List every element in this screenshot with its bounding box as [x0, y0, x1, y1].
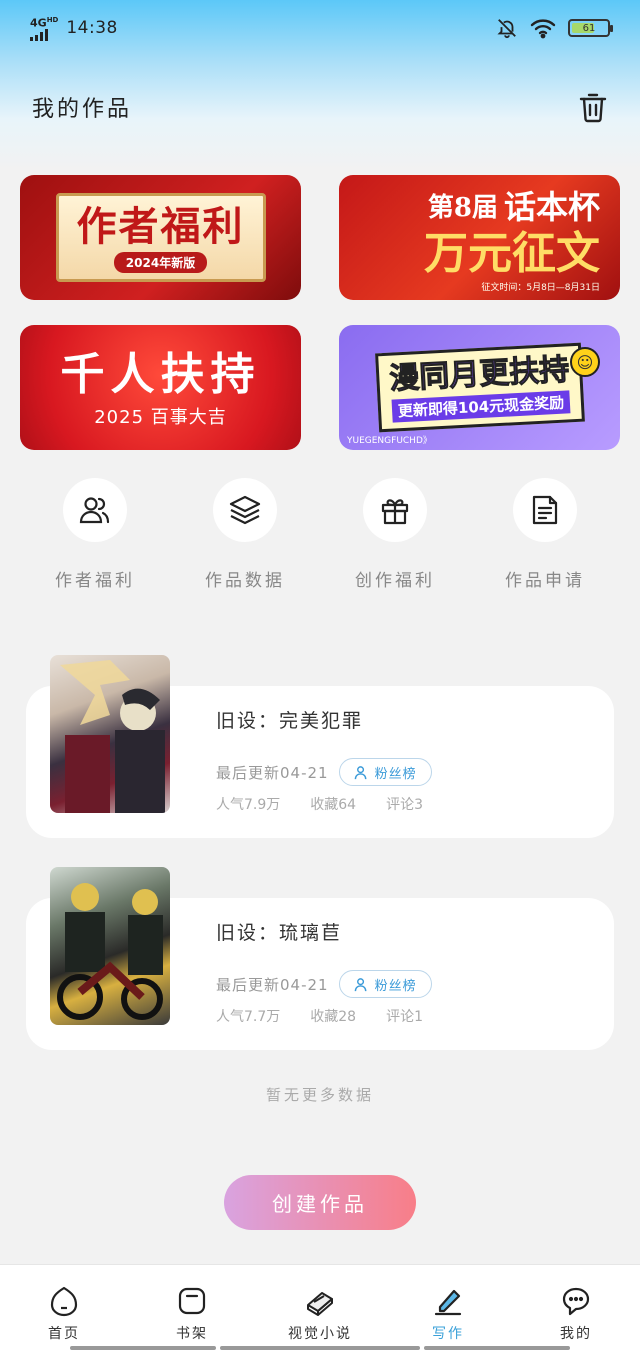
pen-icon — [434, 1289, 462, 1316]
work-comments: 评论1 — [386, 1009, 424, 1025]
banner-subtitle: 2025 百事大吉 — [94, 406, 227, 428]
tab-home[interactable]: 首页 — [0, 1265, 128, 1351]
shortcut-label: 作品数据 — [205, 571, 285, 591]
banner-writing-contest[interactable]: 第8届 话本杯 万元征文 征文时间：5月8日—8月31日 — [339, 175, 620, 300]
banner-title: 作者福利 — [76, 203, 245, 250]
shortcut-label: 作品申请 — [505, 571, 585, 591]
tab-label: 我的 — [560, 1326, 592, 1342]
banner-author-welfare[interactable]: 作者福利 2024年新版 — [20, 175, 301, 300]
shortcut-label: 创作福利 — [355, 571, 435, 591]
work-updated: 最后更新04-21 — [216, 763, 329, 782]
work-title: 旧设：完美犯罪 — [216, 710, 364, 732]
banner-footer: YUEGENGFUCHD》 — [347, 436, 432, 446]
work-title: 旧设：琉璃苣 — [216, 922, 343, 944]
banner-edition: 第8届 — [427, 192, 498, 223]
bottom-tab-bar: 首页 书架 视觉小说 写作 我的 — [0, 1264, 640, 1351]
shortcut-row: 作者福利 作品数据 创作福利 作品申请 — [20, 478, 620, 591]
tab-writing[interactable]: 写作 — [384, 1265, 512, 1351]
create-work-button[interactable]: 创建作品 — [224, 1175, 416, 1230]
work-favorites: 收藏64 — [310, 797, 357, 813]
work-meta: 最后更新04-21 粉丝榜 — [216, 970, 432, 998]
banner-title: 千人扶持 — [60, 348, 261, 400]
tab-visual-novel[interactable]: 视觉小说 — [256, 1265, 384, 1351]
shortcut-work-data[interactable]: 作品数据 — [170, 478, 320, 591]
work-cover-image[interactable] — [50, 867, 170, 1025]
banner-date: 征文时间：5月8日—8月31日 — [481, 283, 600, 293]
user-icon — [354, 977, 367, 991]
banner-monthly-update[interactable]: 漫同月更扶持 更新即得104元现金奖励 ☺ YUEGENGFUCHD》 — [339, 325, 620, 450]
home-indicator — [70, 1346, 216, 1350]
users-icon — [79, 497, 110, 524]
document-icon — [532, 495, 558, 525]
tab-label: 首页 — [48, 1326, 80, 1342]
banner-subtitle: 2024年新版 — [113, 252, 208, 273]
work-stats: 人气7.9万 收藏64 评论3 — [216, 794, 423, 814]
status-bar: 4GHD 14:38 61 — [0, 0, 640, 56]
tab-mine[interactable]: 我的 — [512, 1265, 640, 1351]
shortcut-work-application[interactable]: 作品申请 — [470, 478, 620, 591]
user-icon — [354, 765, 367, 779]
home-icon — [50, 1286, 78, 1317]
work-cover-image[interactable] — [50, 655, 170, 813]
shortcut-creation-welfare[interactable]: 创作福利 — [320, 478, 470, 591]
work-updated: 最后更新04-21 — [216, 975, 329, 994]
page-title: 我的作品 — [32, 97, 133, 122]
tab-label: 写作 — [432, 1326, 464, 1342]
banner-thousand-support[interactable]: 千人扶持 2025 百事大吉 — [20, 325, 301, 450]
chat-bubble-icon — [562, 1287, 590, 1316]
tab-label: 书架 — [176, 1326, 208, 1342]
fans-ranking-button[interactable]: 粉丝榜 — [338, 758, 432, 786]
wifi-icon — [530, 19, 556, 39]
tab-label: 视觉小说 — [288, 1326, 352, 1342]
banner-grid: 作者福利 2024年新版 第8届 话本杯 万元征文 征文时间：5月8日—8月31… — [20, 175, 620, 450]
work-meta: 最后更新04-21 粉丝榜 — [216, 758, 432, 786]
work-favorites: 收藏28 — [310, 1009, 357, 1025]
book-icon — [307, 1292, 333, 1316]
page-header: 我的作品 — [0, 84, 640, 130]
shortcut-author-welfare[interactable]: 作者福利 — [20, 478, 170, 591]
tab-bookshelf[interactable]: 书架 — [128, 1265, 256, 1351]
home-indicator — [424, 1346, 570, 1350]
shortcut-label: 作者福利 — [55, 571, 135, 591]
no-more-data-text: 暂无更多数据 — [265, 1086, 374, 1104]
fans-ranking-button[interactable]: 粉丝榜 — [338, 970, 432, 998]
layers-icon — [229, 495, 261, 525]
battery-icon: 61 — [568, 19, 613, 37]
status-time: 14:38 — [66, 18, 118, 38]
work-popularity: 人气7.9万 — [216, 797, 281, 813]
trash-icon[interactable] — [578, 91, 608, 123]
work-comments: 评论3 — [386, 797, 424, 813]
bookshelf-icon — [178, 1287, 206, 1315]
bell-muted-icon — [497, 19, 516, 39]
work-stats: 人气7.7万 收藏28 评论1 — [216, 1006, 423, 1026]
gift-icon — [381, 499, 409, 525]
work-popularity: 人气7.7万 — [216, 1009, 281, 1025]
smiley-icon: ☺ — [570, 347, 600, 377]
banner-title: 万元征文 — [424, 228, 600, 279]
fans-ranking-label: 粉丝榜 — [374, 766, 417, 782]
home-indicator — [220, 1346, 420, 1350]
banner-cup-name: 话本杯 — [503, 188, 600, 226]
signal-icon: 4GHD — [30, 15, 58, 41]
fans-ranking-label: 粉丝榜 — [374, 978, 417, 994]
